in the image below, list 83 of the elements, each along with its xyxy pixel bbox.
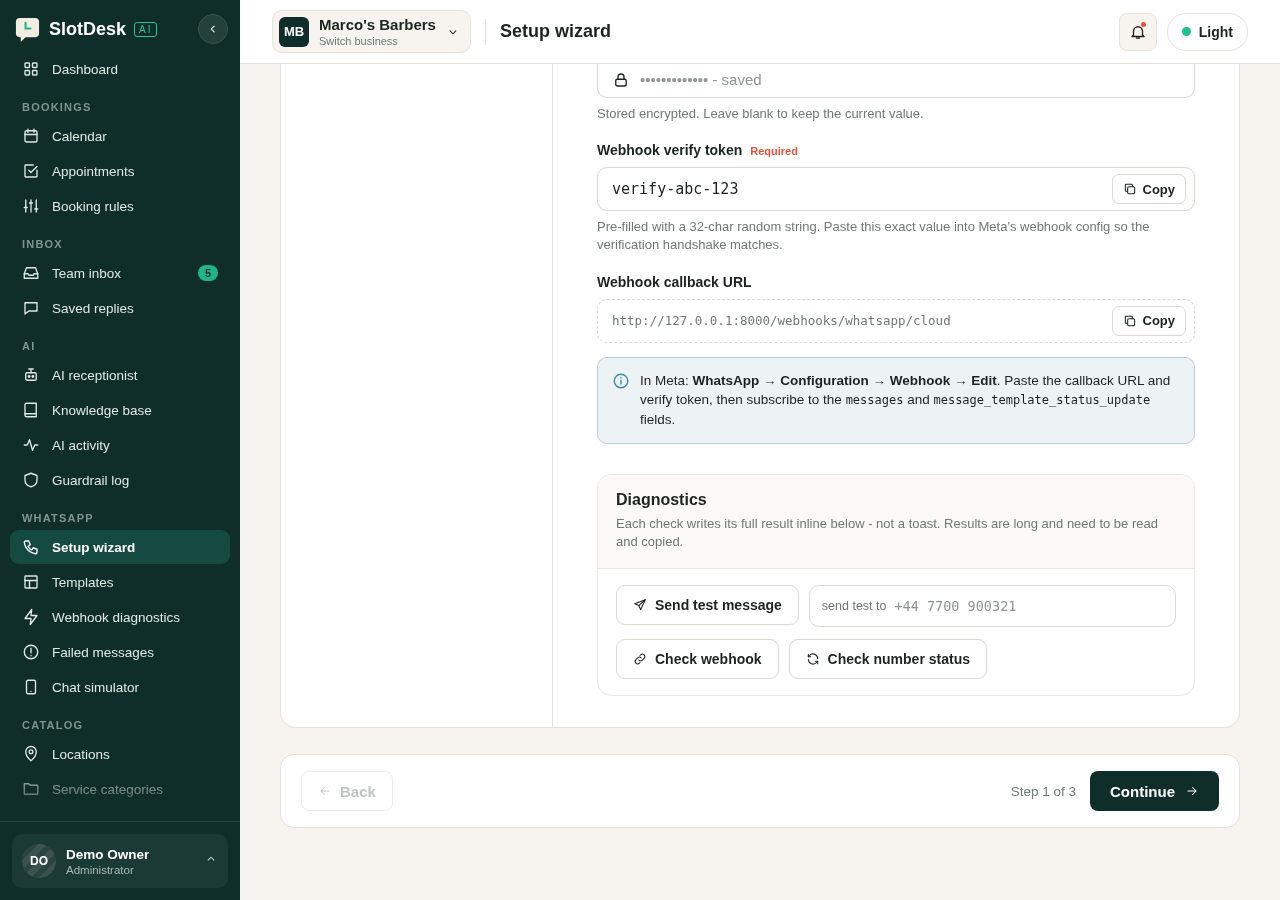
nav-item[interactable]: Webhook diagnostics (10, 600, 230, 634)
clock-bubble-logo (14, 15, 41, 43)
link-icon (633, 651, 647, 666)
sliders-icon (22, 197, 40, 215)
chat-bubble-icon (22, 299, 40, 317)
grid-icon (22, 60, 40, 78)
arrow-left-icon (318, 784, 332, 798)
nav-item[interactable]: Calendar (10, 119, 230, 153)
notifications-button[interactable] (1118, 12, 1157, 51)
book-icon (22, 401, 40, 419)
nav-item[interactable]: Setup wizard (10, 530, 230, 564)
lock-icon (612, 70, 630, 89)
inbox-icon (22, 264, 40, 282)
nav-item[interactable]: Locations (10, 737, 230, 771)
nav-item[interactable]: Booking rules (10, 189, 230, 223)
password-field[interactable]: ••••••••••••• - saved (597, 64, 1195, 98)
nav-item[interactable]: Failed messages (10, 635, 230, 669)
field-label: Webhook callback URL (597, 273, 752, 290)
alert-circle-icon (22, 643, 40, 661)
secret-input[interactable]: ••••••••••••• - saved (640, 64, 1186, 95)
phone-icon (22, 538, 40, 556)
phone-field[interactable]: send test to +44 7700 900321 (808, 584, 1176, 627)
copy-icon (1122, 182, 1137, 197)
count-badge: 5 (197, 265, 218, 281)
send-icon (633, 597, 647, 612)
continue-button[interactable]: Continue (1090, 771, 1219, 811)
theme-toggle[interactable]: Light (1166, 12, 1248, 51)
calendar-icon (22, 127, 40, 145)
nav-item[interactable]: Saved replies (10, 291, 230, 325)
check-number-button[interactable]: Check number status (788, 638, 987, 679)
shield-icon (22, 471, 40, 489)
map-pin-icon (22, 745, 40, 763)
required-tag: Required (750, 145, 798, 158)
arrow-right-icon (1185, 784, 1199, 798)
copy-button[interactable]: Copy (1111, 174, 1186, 205)
refresh-icon (805, 651, 820, 666)
section-heading: INBOX (21, 237, 64, 252)
panel-title: Diagnostics (616, 491, 708, 510)
ai-badge: AI (134, 21, 158, 37)
business-avatar: MB (279, 16, 309, 47)
business-name: Marco's Barbers (319, 16, 436, 33)
field-prefix: send test to (821, 598, 887, 613)
nav-item[interactable]: AI receptionist (10, 358, 230, 392)
nav-item[interactable]: AI activity (10, 428, 230, 462)
check-webhook-button[interactable]: Check webhook (616, 638, 779, 679)
business-subtitle: Switch business (319, 35, 399, 47)
layout-icon (22, 573, 40, 591)
brand-name: SlotDesk (49, 18, 127, 40)
folder-icon (22, 780, 40, 798)
robot-icon (22, 366, 40, 384)
help-text: Stored encrypted. Leave blank to keep the current value. (597, 105, 925, 123)
nav-item[interactable]: Dashboard (10, 52, 230, 86)
panel-description: Each check writes its full result inline below - not a toast. Results are long and need to be read and copied. (616, 515, 1159, 552)
user-menu[interactable]: DO Demo Owner Administrator (12, 834, 228, 888)
page-title: Setup wizard (499, 21, 611, 42)
verify-token-input[interactable]: verify-abc-123 Copy (597, 167, 1195, 212)
section-heading: AI (21, 339, 37, 354)
help-text: Pre-filled with a 32-char random string. Paste this exact value into Meta's webhook config so the verification handshake matches. (597, 218, 1151, 255)
info-icon (612, 371, 630, 390)
callback-url-input[interactable]: http://127.0.0.1:8000/webhooks/whatsapp/cloud Copy (597, 298, 1195, 343)
pulse-icon (22, 436, 40, 454)
phone-input[interactable]: +44 7700 900321 (894, 585, 1163, 626)
nav-item[interactable]: Team inbox 5 (10, 256, 230, 290)
lightning-icon (22, 608, 40, 626)
checkbox-icon (22, 162, 40, 180)
nav-item[interactable]: Chat simulator (10, 670, 230, 704)
nav-item[interactable]: Appointments (10, 154, 230, 188)
field-label: Webhook verify token (597, 142, 743, 159)
info-text: In Meta: WhatsApp → Configuration → Webhook → Edit. Paste the callback URL and verify token, then subscribe to the messages and message_template_status_update fields. (640, 371, 1172, 429)
nav-item[interactable]: Templates (10, 565, 230, 599)
section-heading: WHATSAPP (21, 511, 95, 526)
nav-item[interactable]: Service categories (10, 772, 230, 806)
copy-icon (1122, 313, 1137, 328)
user-role: Administrator (66, 863, 135, 876)
section-heading: BOOKINGS (21, 100, 93, 115)
section-heading: CATALOG (21, 718, 85, 733)
step-indicator: Step 1 of 3 (1010, 783, 1076, 799)
avatar: DO (22, 844, 56, 878)
nav-item[interactable]: Knowledge base (10, 393, 230, 427)
nav-item[interactable]: Guardrail log (10, 463, 230, 497)
user-name: Demo Owner (66, 846, 150, 862)
send-test-button[interactable]: Send test message (616, 584, 799, 625)
copy-button[interactable]: Copy (1111, 305, 1186, 336)
